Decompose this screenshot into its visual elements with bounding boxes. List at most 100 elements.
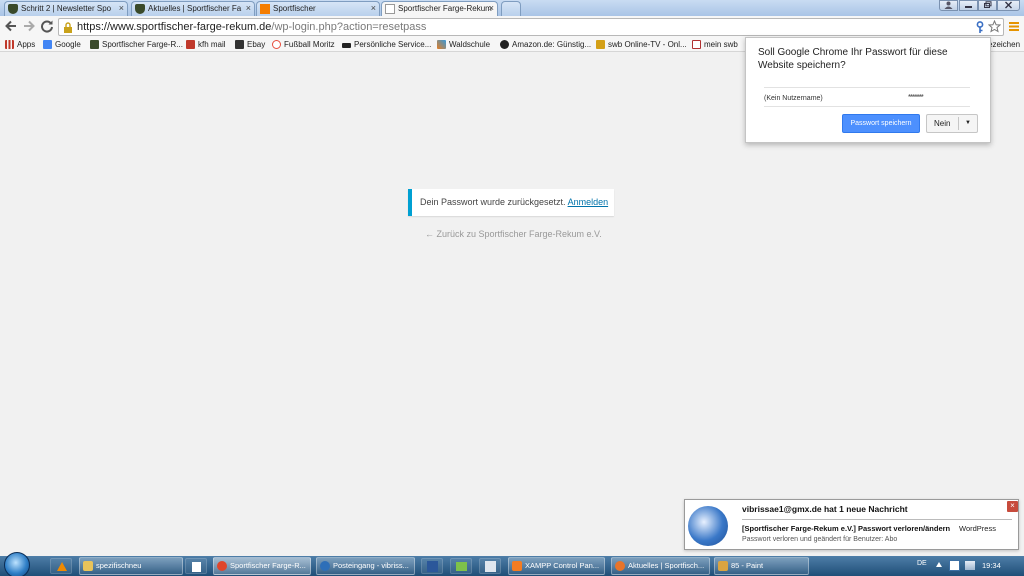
divider bbox=[764, 106, 970, 107]
bookmark-waldschule[interactable]: Waldschule bbox=[437, 39, 490, 51]
taskbar-item-chrome[interactable]: Sportfischer Farge-R... bbox=[213, 557, 311, 575]
chrome-icon bbox=[217, 561, 227, 571]
minimize-icon[interactable] bbox=[959, 0, 978, 11]
taskbar-item-firefox[interactable]: Aktuelles | Sportfisch... bbox=[611, 557, 710, 575]
tray-expand-icon[interactable] bbox=[936, 562, 942, 567]
save-password-button[interactable]: Passwort speichern bbox=[842, 114, 920, 133]
tray-app-icon[interactable] bbox=[949, 560, 960, 571]
amazon-icon bbox=[500, 40, 509, 49]
bookmark-swb-tv[interactable]: swb Online-TV - Onl... bbox=[596, 39, 687, 51]
tab-sportfischer-farge-rekum[interactable]: Sportfischer Farge-Rekum × bbox=[381, 1, 498, 16]
username-value: (Kein Nutzername) bbox=[764, 95, 823, 102]
url-host: https://www.sportfischer-farge-rekum.de bbox=[77, 21, 272, 33]
divider bbox=[742, 519, 1012, 520]
menu-icon[interactable] bbox=[1006, 19, 1022, 35]
bookmark-sportfischer[interactable]: Sportfischer Farge-R... bbox=[90, 39, 183, 51]
mail-sender: WordPress bbox=[959, 524, 996, 533]
chevron-down-icon[interactable]: ▼ bbox=[965, 115, 971, 132]
nein-button[interactable]: Nein ▼ bbox=[926, 114, 978, 133]
save-password-bubble: Soll Google Chrome Ihr Passwort für dies… bbox=[745, 37, 991, 143]
save-password-question: Soll Google Chrome Ihr Passwort für dies… bbox=[758, 47, 948, 71]
close-window-icon[interactable] bbox=[997, 0, 1020, 11]
folder-icon bbox=[83, 561, 93, 571]
app-icon[interactable] bbox=[479, 558, 501, 574]
thunderbird-icon bbox=[688, 506, 728, 546]
tab-close-icon[interactable]: × bbox=[119, 2, 124, 15]
shield-favicon-icon bbox=[135, 4, 145, 14]
thunderbird-icon bbox=[320, 561, 330, 571]
notice-text: Dein Passwort wurde zurückgesetzt. bbox=[420, 197, 566, 207]
reload-icon[interactable] bbox=[39, 19, 55, 35]
bookmark-kfh-mail[interactable]: kfh mail bbox=[186, 39, 226, 51]
nein-label: Nein bbox=[934, 119, 951, 128]
taskbar-item-spezifischneu[interactable]: spezifischneu bbox=[79, 557, 183, 575]
apps-grid-icon bbox=[5, 40, 14, 49]
tv-icon bbox=[596, 40, 605, 49]
bookmark-google[interactable]: Google bbox=[43, 39, 81, 51]
google-icon bbox=[43, 40, 52, 49]
tab-close-icon[interactable]: × bbox=[371, 2, 376, 15]
tab-newsletter[interactable]: Schritt 2 | Newsletter Spo × bbox=[4, 1, 128, 16]
browser-toolbar: https://www.sportfischer-farge-rekum.de/… bbox=[0, 16, 1024, 38]
bookmark-service[interactable]: Persönliche Service... bbox=[342, 39, 431, 51]
forward-arrow-icon[interactable] bbox=[21, 19, 37, 35]
new-mail-notification[interactable]: vibrissae1@gmx.de hat 1 neue Nachricht [… bbox=[684, 499, 1019, 550]
network-icon[interactable] bbox=[965, 561, 975, 570]
swb-icon bbox=[692, 40, 701, 49]
notification-header: vibrissae1@gmx.de hat 1 neue Nachricht bbox=[742, 504, 908, 514]
address-bar[interactable]: https://www.sportfischer-farge-rekum.de/… bbox=[58, 18, 1004, 36]
clock[interactable]: 19:34 bbox=[982, 561, 1001, 570]
bag-icon bbox=[235, 40, 244, 49]
mail-subject: [Sportfischer Farge-Rekum e.V.] Passwort… bbox=[742, 524, 951, 533]
taskbar-item-thunderbird[interactable]: Posteingang - vibriss... bbox=[316, 557, 415, 575]
restore-icon[interactable] bbox=[978, 0, 997, 11]
tab-close-icon[interactable]: × bbox=[246, 2, 251, 15]
url-path: /wp-login.php?action=resetpass bbox=[271, 21, 427, 33]
new-tab-button[interactable] bbox=[501, 1, 521, 16]
ball-icon bbox=[272, 40, 281, 49]
tab-title: Sportfischer Farge-Rekum bbox=[398, 4, 492, 13]
url-text: https://www.sportfischer-farge-rekum.de/… bbox=[77, 21, 426, 33]
notepad-icon[interactable] bbox=[185, 558, 207, 574]
vlc-icon[interactable] bbox=[50, 558, 72, 574]
taskbar-item-xampp[interactable]: XAMPP Control Pan... bbox=[508, 557, 605, 575]
password-mask: ******* bbox=[908, 93, 924, 102]
mail-preview: Passwort verloren und geändert für Benut… bbox=[742, 536, 898, 543]
blogger-favicon-icon bbox=[260, 4, 270, 14]
image-viewer-icon[interactable] bbox=[450, 558, 472, 574]
bookmark-star-icon[interactable] bbox=[987, 19, 1002, 36]
language-indicator[interactable]: DE bbox=[917, 560, 927, 567]
page-favicon-icon bbox=[385, 4, 395, 14]
firefox-icon bbox=[615, 561, 625, 571]
login-link[interactable]: Anmelden bbox=[568, 197, 609, 207]
key-icon[interactable] bbox=[975, 21, 985, 37]
shield-favicon-icon bbox=[8, 4, 18, 14]
taskbar-item-paint[interactable]: 85 - Paint bbox=[714, 557, 809, 575]
bookmark-ebay[interactable]: Ebay bbox=[235, 39, 265, 51]
tab-title: Aktuelles | Sportfischer Fa bbox=[148, 4, 242, 13]
paint-icon bbox=[718, 561, 728, 571]
tab-strip: Schritt 2 | Newsletter Spo × Aktuelles |… bbox=[0, 0, 1024, 16]
tab-title: Sportfischer bbox=[273, 4, 316, 13]
car-icon bbox=[342, 43, 351, 48]
bookmark-amazon[interactable]: Amazon.de: Günstig... bbox=[500, 39, 591, 51]
tab-close-icon[interactable]: × bbox=[489, 2, 494, 15]
back-arrow-icon[interactable] bbox=[3, 19, 19, 35]
profile-icon[interactable] bbox=[939, 0, 958, 11]
star-icon bbox=[437, 40, 446, 49]
tab-sportfischer-blog[interactable]: Sportfischer × bbox=[256, 1, 380, 16]
divider bbox=[764, 87, 970, 88]
lock-icon bbox=[63, 22, 73, 36]
xampp-icon bbox=[512, 561, 522, 571]
bookmark-fussball[interactable]: Fußball Moritz bbox=[272, 39, 335, 51]
bookmark-mein-swb[interactable]: mein swb bbox=[692, 39, 738, 51]
word-icon[interactable] bbox=[421, 558, 443, 574]
taskbar: spezifischneu Sportfischer Farge-R... Po… bbox=[0, 552, 1024, 576]
close-icon[interactable]: × bbox=[1007, 501, 1018, 512]
tab-aktuelles[interactable]: Aktuelles | Sportfischer Fa × bbox=[131, 1, 255, 16]
bookmark-apps[interactable]: Apps bbox=[5, 39, 35, 51]
mail-icon bbox=[186, 40, 195, 49]
back-to-site-link[interactable]: ← Zurück zu Sportfischer Farge-Rekum e.V… bbox=[425, 229, 602, 239]
success-notice: Dein Passwort wurde zurückgesetzt. Anmel… bbox=[408, 189, 614, 216]
start-button[interactable] bbox=[4, 552, 30, 576]
